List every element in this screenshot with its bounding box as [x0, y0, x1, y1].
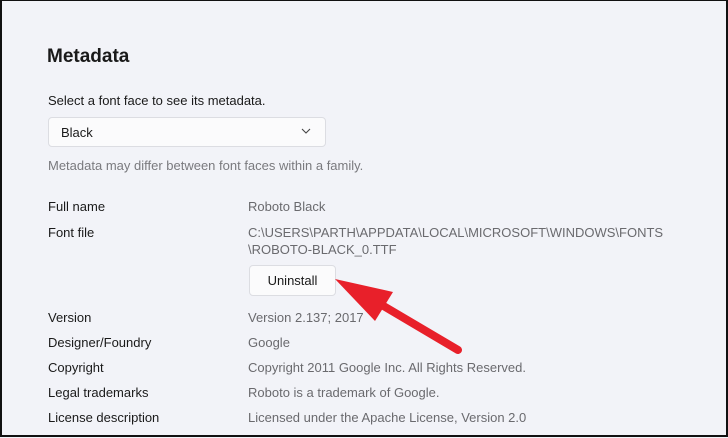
annotation-arrow-icon: [335, 279, 462, 354]
